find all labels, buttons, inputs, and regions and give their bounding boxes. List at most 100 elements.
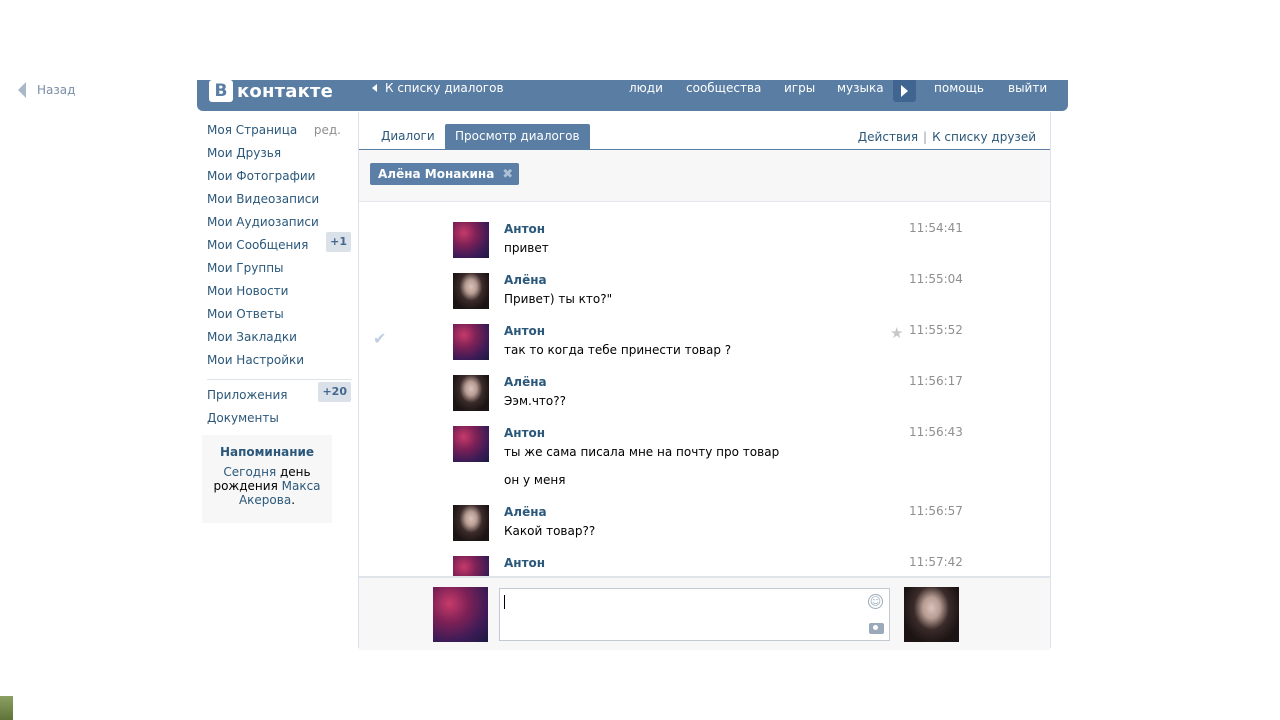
actions-separator: | bbox=[923, 130, 928, 144]
avatar[interactable] bbox=[453, 273, 489, 309]
play-icon bbox=[901, 85, 908, 97]
nav-people[interactable]: люди bbox=[629, 81, 663, 95]
nav-communities[interactable]: сообщества bbox=[686, 81, 761, 95]
message-time: 11:57:42 bbox=[909, 555, 963, 569]
sidebar-item-label: Мои Фотографии bbox=[207, 169, 316, 183]
nav-games[interactable]: игры bbox=[784, 81, 815, 95]
sidebar-item-groups[interactable]: Мои Группы bbox=[207, 258, 353, 281]
sidebar-item-news[interactable]: Мои Новости bbox=[207, 281, 353, 304]
peer-name: Алёна Монакина bbox=[378, 167, 495, 181]
actions-link[interactable]: Действия bbox=[858, 130, 918, 144]
smile-icon[interactable]: ☺ bbox=[868, 594, 883, 609]
message-input[interactable]: ☺ bbox=[499, 588, 890, 641]
edit-link[interactable]: ред. bbox=[314, 120, 341, 143]
reminder-text-end: . bbox=[291, 493, 296, 507]
messages-count-badge: +1 bbox=[326, 232, 351, 252]
message-author[interactable]: Антон bbox=[504, 556, 545, 570]
message-time: 11:55:04 bbox=[909, 272, 963, 286]
sidebar-item-label: Мои Видеозаписи bbox=[207, 192, 320, 206]
check-icon[interactable]: ✔ bbox=[373, 329, 386, 348]
sidebar-divider bbox=[207, 379, 352, 380]
reminder-title: Напоминание bbox=[219, 445, 315, 459]
sidebar-item-label: Документы bbox=[207, 411, 279, 425]
avatar[interactable] bbox=[453, 375, 489, 411]
to-dialogs-link[interactable]: К списку диалогов bbox=[372, 81, 504, 95]
avatar[interactable] bbox=[453, 505, 489, 541]
sidebar-item-photos[interactable]: Мои Фотографии bbox=[207, 166, 353, 189]
sidebar-item-videos[interactable]: Мои Видеозаписи bbox=[207, 189, 353, 212]
nav-help[interactable]: помощь bbox=[934, 81, 984, 95]
dialog-panel: Диалоги Просмотр диалогов Действия | К спи… bbox=[358, 112, 1051, 650]
message-author[interactable]: Антон bbox=[504, 426, 545, 440]
text-caret bbox=[504, 595, 505, 609]
sidebar-item-label: Мои Закладки bbox=[207, 330, 297, 344]
sidebar-item-label: Мои Ответы bbox=[207, 307, 284, 321]
sidebar-item-label: Мои Новости bbox=[207, 284, 289, 298]
tab-actions: Действия | К списку друзей bbox=[858, 130, 1036, 144]
message-time: 11:56:43 bbox=[909, 425, 963, 439]
message-time: 11:56:17 bbox=[909, 374, 963, 388]
friends-list-link[interactable]: К списку друзей bbox=[932, 130, 1036, 144]
back-link[interactable]: Назад bbox=[18, 82, 75, 98]
sidebar-item-friends[interactable]: Мои Друзья bbox=[207, 143, 353, 166]
sidebar-item-documents[interactable]: Документы bbox=[207, 408, 353, 431]
message-author[interactable]: Антон bbox=[504, 222, 545, 236]
peer-chip[interactable]: Алёна Монакина ✖ bbox=[370, 163, 520, 185]
sidebar-item-my-page[interactable]: Моя Страница ред. bbox=[207, 120, 353, 143]
message-text: он у меня bbox=[504, 473, 566, 487]
nav-music[interactable]: музыка bbox=[837, 81, 884, 95]
message-text: Привет) ты кто?" bbox=[504, 292, 613, 306]
sidebar-item-messages[interactable]: Мои Сообщения +1 bbox=[207, 232, 353, 258]
sidebar-item-bookmarks[interactable]: Мои Закладки bbox=[207, 327, 353, 350]
message-time: 11:56:57 bbox=[909, 504, 963, 518]
sidebar-item-label: Мои Группы bbox=[207, 261, 284, 275]
nav-logout[interactable]: выйти bbox=[1008, 81, 1047, 95]
sidebar-item-label: Приложения bbox=[207, 388, 288, 402]
back-label: Назад bbox=[37, 83, 76, 97]
message-author[interactable]: Алёна bbox=[504, 505, 547, 519]
sidebar-item-label: Мои Аудиозаписи bbox=[207, 215, 319, 229]
sidebar-item-apps[interactable]: Приложения +20 bbox=[207, 382, 353, 408]
message-author[interactable]: Алёна bbox=[504, 273, 547, 287]
sidebar-item-label: Моя Страница bbox=[207, 123, 298, 137]
sidebar: Моя Страница ред. Мои Друзья Мои Фотогра… bbox=[207, 120, 353, 431]
avatar[interactable] bbox=[453, 324, 489, 360]
sidebar-item-answers[interactable]: Мои Ответы bbox=[207, 304, 353, 327]
message-composer: ☺ bbox=[359, 576, 1050, 650]
avatar[interactable] bbox=[453, 426, 489, 462]
close-icon[interactable]: ✖ bbox=[502, 167, 513, 182]
message-text: так то когда тебе принести товар ? bbox=[504, 343, 732, 357]
reminder-today-link[interactable]: Сегодня bbox=[223, 465, 276, 479]
message-time: 11:55:52 bbox=[909, 323, 963, 337]
birthday-reminder: Напоминание Сегодня день рождения Макса … bbox=[202, 435, 332, 523]
sidebar-item-label: Мои Друзья bbox=[207, 146, 282, 160]
sidebar-item-settings[interactable]: Мои Настройки bbox=[207, 350, 353, 373]
vk-logo[interactable]: В контакте bbox=[209, 80, 333, 102]
tab-dialogs[interactable]: Диалоги bbox=[371, 124, 445, 149]
reminder-body: Сегодня день рождения Макса Акерова. bbox=[202, 465, 332, 507]
message-author[interactable]: Антон bbox=[504, 324, 545, 338]
avatar[interactable] bbox=[453, 556, 489, 576]
apps-count-badge: +20 bbox=[318, 382, 351, 402]
message-time: 11:54:41 bbox=[909, 221, 963, 235]
message-text: Ээм.что?? bbox=[504, 394, 566, 408]
logo-text: контакте bbox=[237, 80, 334, 102]
avatar[interactable] bbox=[453, 222, 489, 258]
taskbar-corner bbox=[0, 696, 13, 720]
peer-bar: Алёна Монакина ✖ bbox=[359, 150, 1050, 202]
tab-view-dialogs[interactable]: Просмотр диалогов bbox=[445, 124, 590, 149]
star-icon[interactable]: ★ bbox=[890, 324, 903, 342]
to-dialogs-label: К списку диалогов bbox=[385, 81, 504, 95]
header-bar: В контакте К списку диалогов люди сообще… bbox=[197, 80, 1068, 111]
peer-avatar[interactable] bbox=[904, 587, 959, 642]
message-text: привет bbox=[504, 241, 549, 255]
message-text: ты же сама писала мне на почту про товар bbox=[504, 445, 780, 459]
sidebar-item-label: Мои Настройки bbox=[207, 353, 305, 367]
message-list: Антон 11:54:41 привет Алёна 11:55:04 При… bbox=[359, 202, 1050, 576]
camera-icon[interactable] bbox=[869, 623, 884, 634]
my-avatar[interactable] bbox=[433, 587, 488, 642]
message-author[interactable]: Алёна bbox=[504, 375, 547, 389]
music-player-button[interactable] bbox=[893, 80, 916, 102]
left-arrow-icon bbox=[372, 84, 377, 92]
logo-letter: В bbox=[209, 80, 233, 102]
